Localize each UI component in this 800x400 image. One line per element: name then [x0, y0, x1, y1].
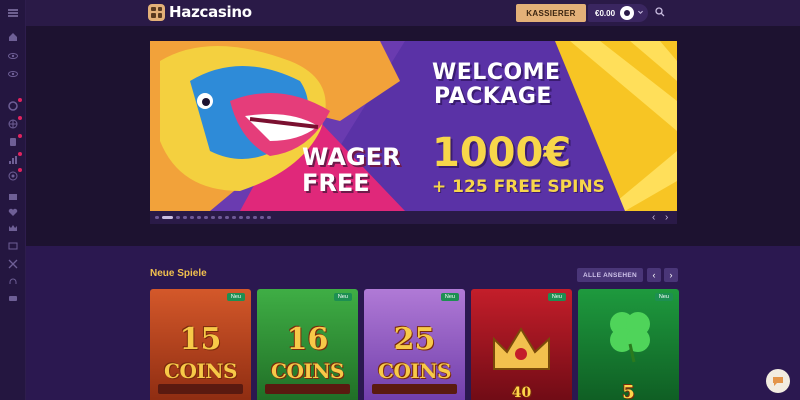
carousel-dot[interactable] — [176, 216, 180, 219]
logo-icon — [148, 3, 165, 21]
free-spins-text: + 125 FREE SPINS — [432, 177, 605, 197]
carousel-prev-icon[interactable]: ‹ — [652, 212, 655, 223]
carousel-dot[interactable] — [197, 216, 201, 219]
eye-icon[interactable] — [7, 50, 19, 62]
game-number: 5 — [622, 382, 635, 400]
jackpot-banner — [265, 384, 350, 394]
jackpot-banner — [158, 384, 243, 394]
wager-free-text: WAGER FREE — [302, 145, 401, 195]
user-menu-button[interactable] — [618, 4, 648, 22]
carousel-dot[interactable] — [232, 216, 236, 219]
eye-icon[interactable] — [7, 68, 19, 80]
game-card[interactable]: Neu 5 — [578, 289, 679, 400]
game-number: 16 — [286, 322, 329, 357]
carousel-dot[interactable] — [183, 216, 187, 219]
main-content: WAGER FREE WELCOME PACKAGE 1000€ + 125 F… — [26, 26, 800, 246]
headset-icon[interactable] — [7, 276, 19, 288]
new-badge: Neu — [226, 293, 245, 301]
bonus-amount: 1000€ — [432, 130, 572, 176]
search-icon[interactable] — [655, 7, 665, 17]
book-icon[interactable] — [7, 240, 19, 252]
new-badge: Neu — [654, 293, 673, 301]
carousel-dot[interactable] — [225, 216, 229, 219]
game-coins-label: COINS — [164, 359, 237, 383]
game-number: 25 — [393, 322, 436, 357]
next-button[interactable]: › — [664, 268, 678, 282]
top-header: Hazcasino KASSIERER €0.00 — [26, 0, 800, 26]
notification-dot — [18, 152, 22, 156]
notification-dot — [18, 168, 22, 172]
carousel-dot[interactable] — [155, 216, 159, 219]
carousel-dot[interactable] — [211, 216, 215, 219]
gift-icon[interactable] — [7, 190, 19, 202]
welcome-headline: WELCOME PACKAGE — [432, 62, 561, 108]
game-number: 40 — [511, 385, 532, 400]
balance-amount: €0.00 — [595, 8, 616, 18]
target-icon[interactable] — [7, 168, 22, 182]
notification-dot — [18, 98, 22, 102]
carousel-controls: ‹ › — [150, 211, 677, 224]
notification-dot — [18, 134, 22, 138]
game-card[interactable]: Neu 15 COINS — [150, 289, 251, 400]
carousel-dot[interactable] — [162, 216, 173, 219]
carousel-dot[interactable] — [204, 216, 208, 219]
prev-button[interactable]: ‹ — [647, 268, 661, 282]
chevron-down-icon — [638, 10, 643, 14]
chart-icon[interactable] — [7, 152, 22, 166]
carousel-dots — [155, 216, 271, 219]
section-title: Neue Spiele — [150, 268, 207, 279]
sidebar — [0, 0, 26, 400]
cards-icon[interactable] — [7, 134, 22, 148]
game-number: 15 — [179, 322, 222, 357]
carousel-next-icon[interactable]: › — [665, 212, 668, 223]
carousel-dot[interactable] — [267, 216, 271, 219]
crown-artwork — [493, 327, 550, 370]
chat-bubble-icon — [773, 377, 783, 386]
game-coins-label: COINS — [378, 359, 451, 383]
carousel-dot[interactable] — [253, 216, 257, 219]
chat-icon[interactable] — [7, 293, 19, 305]
carousel-dot[interactable] — [218, 216, 222, 219]
welcome-line: WELCOME — [432, 60, 561, 85]
promo-banner[interactable]: WAGER FREE WELCOME PACKAGE 1000€ + 125 F… — [150, 41, 677, 211]
chip-icon[interactable] — [7, 98, 22, 112]
free-line: FREE — [302, 169, 370, 197]
carousel-dot[interactable] — [190, 216, 194, 219]
brand-logo[interactable]: Hazcasino — [148, 3, 252, 21]
logo-text: Hazcasino — [169, 3, 252, 21]
game-coins-label: COINS — [271, 359, 344, 383]
heart-icon[interactable] — [7, 206, 19, 218]
crown-icon[interactable] — [7, 222, 19, 234]
game-card[interactable]: Neu 16 COINS — [257, 289, 358, 400]
carousel-dot[interactable] — [260, 216, 264, 219]
game-card[interactable]: Neu 40 — [471, 289, 572, 400]
package-line: PACKAGE — [434, 84, 552, 109]
jackpot-banner — [372, 384, 457, 394]
live-chat-button[interactable] — [766, 369, 790, 393]
avatar — [620, 6, 634, 20]
new-games-section: Neue Spiele ALLE ANSEHEN ‹ › Neu 15 COIN… — [26, 246, 800, 400]
carousel-dot[interactable] — [239, 216, 243, 219]
new-badge: Neu — [547, 293, 566, 301]
clover-artwork — [610, 312, 650, 363]
notification-dot — [18, 116, 22, 120]
new-badge: Neu — [333, 293, 352, 301]
carousel-dot[interactable] — [246, 216, 250, 219]
menu-icon[interactable] — [7, 7, 19, 19]
new-badge: Neu — [440, 293, 459, 301]
home-icon[interactable] — [7, 31, 19, 43]
tools-icon[interactable] — [7, 258, 19, 270]
cashier-button[interactable]: KASSIERER — [516, 4, 586, 22]
game-card[interactable]: Neu 25 COINS — [364, 289, 465, 400]
wager-line: WAGER — [302, 143, 401, 171]
globe-icon[interactable] — [7, 116, 22, 130]
see-all-button[interactable]: ALLE ANSEHEN — [577, 268, 643, 282]
